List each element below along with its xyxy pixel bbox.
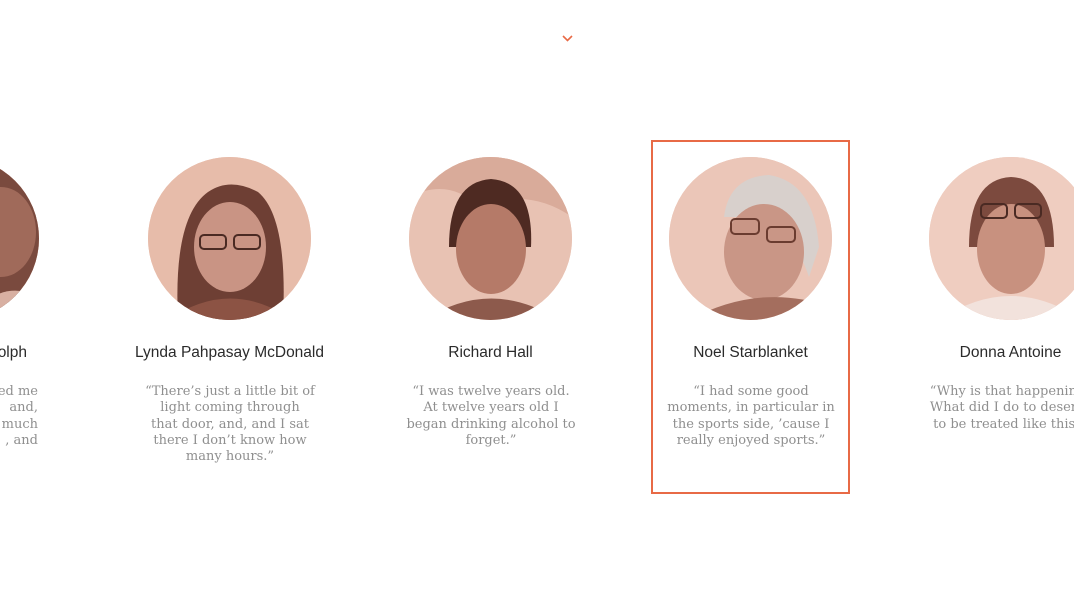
testimonial-carousel: olph ed me and, much , and Lynda Pahpasa… xyxy=(0,0,1074,605)
testimonial-card[interactable]: Lynda Pahpasay McDonald “There’s just a … xyxy=(130,140,329,494)
testimonial-name: Lynda Pahpasay McDonald xyxy=(135,344,324,361)
testimonial-card-selected[interactable]: Noel Starblanket “I had some good moment… xyxy=(651,140,850,494)
avatar xyxy=(409,157,572,320)
testimonial-quote: “There’s just a little bit of light comi… xyxy=(145,384,315,465)
testimonial-card[interactable]: Donna Antoine “Why is that happening? Wh… xyxy=(911,140,1074,494)
testimonial-quote: “Why is that happening? What did I do to… xyxy=(929,384,1074,432)
testimonial-card[interactable]: olph ed me and, much , and xyxy=(0,140,57,494)
testimonials-page: olph ed me and, much , and Lynda Pahpasa… xyxy=(0,0,1074,605)
testimonial-name: olph xyxy=(0,344,27,361)
avatar xyxy=(929,157,1074,320)
testimonial-name: Donna Antoine xyxy=(959,344,1062,361)
testimonial-name: Noel Starblanket xyxy=(693,344,808,361)
testimonial-quote: “I had some good moments, in particular … xyxy=(667,384,835,448)
testimonial-quote: “I was twelve years old. At twelve years… xyxy=(406,384,576,448)
avatar xyxy=(148,157,311,320)
testimonial-name: Richard Hall xyxy=(448,344,533,361)
avatar xyxy=(0,157,39,320)
testimonial-card[interactable]: Richard Hall “I was twelve years old. At… xyxy=(391,140,590,494)
testimonial-quote: ed me and, much , and xyxy=(0,384,38,448)
avatar xyxy=(669,157,832,320)
